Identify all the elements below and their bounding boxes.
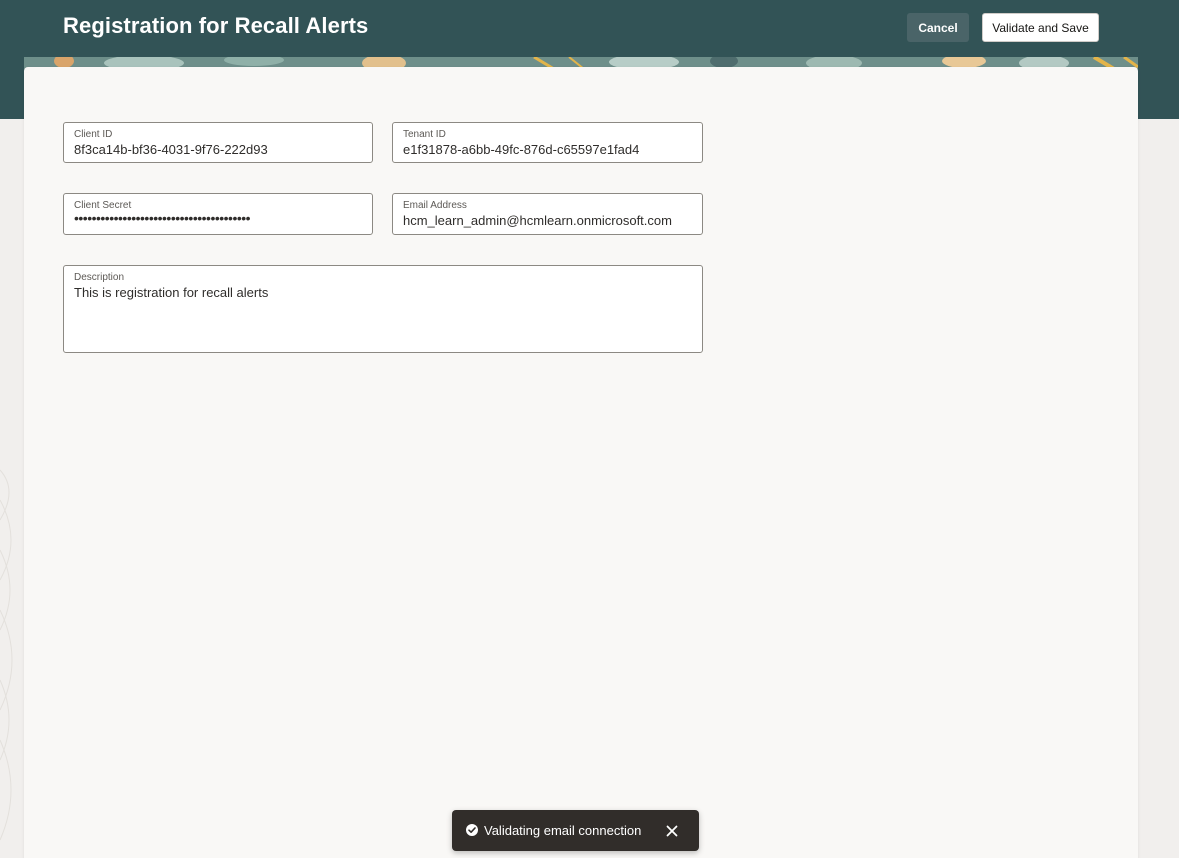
- description-value[interactable]: This is registration for recall alerts: [74, 285, 268, 300]
- close-icon[interactable]: [664, 823, 680, 839]
- client-id-value[interactable]: 8f3ca14b-bf36-4031-9f76-222d93: [74, 142, 268, 157]
- toast-notification: Validating email connection: [452, 810, 699, 851]
- tenant-id-label: Tenant ID: [403, 129, 446, 140]
- page-title: Registration for Recall Alerts: [63, 13, 369, 38]
- email-address-field[interactable]: Email Address hcm_learn_admin@hcmlearn.o…: [392, 193, 703, 235]
- tenant-id-value[interactable]: e1f31878-a6bb-49fc-876d-c65597e1fad4: [403, 142, 639, 157]
- toast-message: Validating email connection: [484, 823, 642, 838]
- client-id-label: Client ID: [74, 129, 113, 140]
- description-label: Description: [74, 272, 125, 283]
- background-texture: [0, 469, 13, 841]
- client-secret-value[interactable]: ••••••••••••••••••••••••••••••••••••••••: [74, 210, 251, 226]
- description-field[interactable]: Description This is registration for rec…: [63, 265, 703, 353]
- cancel-button[interactable]: Cancel: [907, 13, 969, 42]
- email-address-value[interactable]: hcm_learn_admin@hcmlearn.onmicrosoft.com: [403, 213, 672, 228]
- form-card: [24, 67, 1138, 858]
- tenant-id-field[interactable]: Tenant ID e1f31878-a6bb-49fc-876d-c65597…: [392, 122, 703, 163]
- validate-and-save-button[interactable]: Validate and Save: [982, 13, 1099, 42]
- client-id-field[interactable]: Client ID 8f3ca14b-bf36-4031-9f76-222d93: [63, 122, 373, 163]
- check-circle-icon: [466, 824, 478, 836]
- email-address-label: Email Address: [403, 200, 467, 211]
- client-secret-field[interactable]: Client Secret ••••••••••••••••••••••••••…: [63, 193, 373, 235]
